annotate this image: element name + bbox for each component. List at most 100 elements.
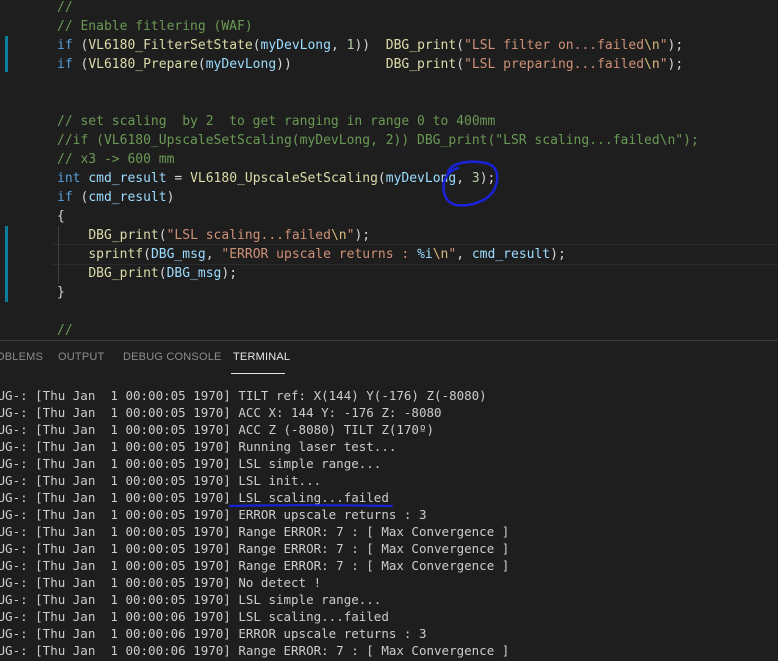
- code-line[interactable]: // set scaling by 2 to get ranging in ra…: [57, 112, 495, 131]
- code-token: \n: [330, 228, 347, 243]
- code-token: "LSL filter on...failed: [464, 38, 645, 53]
- code-token: DBG_print: [88, 266, 159, 281]
- code-line[interactable]: if (cmd_result): [57, 188, 174, 207]
- code-token: DBG_msg: [166, 266, 222, 281]
- code-line[interactable]: int cmd_result = VL6180_UpscaleSetScalin…: [57, 169, 495, 188]
- bottom-panel: OBLEMS OUTPUT DEBUG CONSOLE TERMINAL BUG…: [0, 340, 778, 661]
- terminal-line: BUG-: [Thu Jan 1 00:00:05 1970] No detec…: [0, 575, 322, 590]
- code-token: =: [166, 171, 191, 186]
- git-change-marker: [5, 36, 8, 72]
- code-line[interactable]: DBG_print("LSL scaling...failed\n");: [57, 226, 370, 245]
- code-token: if: [57, 190, 73, 205]
- tab-debug-console[interactable]: DEBUG CONSOLE: [123, 351, 222, 363]
- code-token: (: [377, 171, 386, 186]
- code-line[interactable]: sprintf(DBG_msg, "ERROR upscale returns …: [57, 245, 566, 264]
- code-token: (: [72, 190, 89, 205]
- terminal-line: BUG-: [Thu Jan 1 00:00:06 1970] LSL scal…: [0, 609, 389, 624]
- code-token: cmd_result: [471, 247, 551, 262]
- code-token: //if (VL6180_UpscaleSetScaling(myDevLong…: [57, 133, 699, 148]
- code-token: );: [354, 228, 371, 243]
- code-token: ,: [456, 247, 472, 262]
- code-token: ,: [205, 247, 222, 262]
- code-token: // x3 -> 600 mm: [57, 152, 175, 167]
- code-token: ": [659, 57, 668, 72]
- terminal-line: BUG-: [Thu Jan 1 00:00:05 1970] Range ER…: [0, 524, 510, 539]
- code-token: //: [57, 323, 73, 338]
- code-token: );: [479, 171, 496, 186]
- terminal-line: BUG-: [Thu Jan 1 00:00:05 1970] LSL simp…: [0, 592, 382, 607]
- code-token: DBG_print: [385, 57, 457, 72]
- terminal-line: BUG-: [Thu Jan 1 00:00:05 1970] LSL simp…: [0, 456, 382, 471]
- code-line[interactable]: DBG_print(DBG_msg);: [57, 264, 237, 283]
- code-token: myDevLong: [260, 38, 331, 53]
- code-token: DBG_print: [385, 38, 457, 53]
- terminal-line: BUG-: [Thu Jan 1 00:00:05 1970] ACC Z (-…: [0, 422, 435, 437]
- terminal-line: BUG-: [Thu Jan 1 00:00:05 1970] LSL scal…: [0, 490, 389, 505]
- code-token: VL6180_UpscaleSetScaling: [190, 171, 378, 186]
- code-token: \n: [644, 38, 660, 53]
- tab-terminal[interactable]: TERMINAL: [233, 351, 290, 363]
- code-token: if: [57, 57, 73, 72]
- code-line[interactable]: //if (VL6180_UpscaleSetScaling(myDevLong…: [57, 131, 699, 150]
- terminal-line: BUG-: [Thu Jan 1 00:00:05 1970] ERROR up…: [0, 507, 427, 522]
- terminal-line: BUG-: [Thu Jan 1 00:00:05 1970] Range ER…: [0, 558, 510, 573]
- code-token: (: [72, 38, 89, 53]
- code-token: (: [72, 57, 89, 72]
- code-token: )): [276, 57, 386, 72]
- tab-problems[interactable]: OBLEMS: [0, 351, 43, 363]
- code-token: }: [57, 285, 65, 300]
- code-token: (: [456, 57, 465, 72]
- code-token: ,: [330, 38, 347, 53]
- code-token: // set scaling by 2 to get ranging in ra…: [57, 114, 496, 129]
- code-token: myDevLong: [205, 57, 277, 72]
- code-token: int: [57, 171, 81, 186]
- code-token: ,: [456, 171, 472, 186]
- code-line[interactable]: // Enable fitlering (WAF): [57, 17, 253, 36]
- code-line[interactable]: if (VL6180_FilterSetState(myDevLong, 1))…: [57, 36, 683, 55]
- code-token: (: [197, 57, 206, 72]
- terminal-line: BUG-: [Thu Jan 1 00:00:05 1970] Range ER…: [0, 541, 510, 556]
- active-tab-indicator: [231, 373, 285, 374]
- code-token: (: [252, 38, 261, 53]
- code-token: );: [667, 38, 684, 53]
- code-token: ": [659, 38, 668, 53]
- code-editor[interactable]: // // Enable fitlering (WAF) if (VL6180_Fi…: [0, 0, 778, 340]
- code-line[interactable]: //: [57, 321, 73, 340]
- terminal-line: BUG-: [Thu Jan 1 00:00:06 1970] Range ER…: [0, 643, 510, 658]
- code-token: %i: [417, 247, 433, 262]
- code-token: "ERROR upscale returns :: [221, 247, 418, 262]
- code-token: //: [57, 0, 73, 15]
- code-token: (: [158, 228, 167, 243]
- code-token: );: [221, 266, 238, 281]
- code-token: VL6180_Prepare: [88, 57, 198, 72]
- code-token: {: [57, 209, 65, 224]
- code-token: (: [158, 266, 167, 281]
- code-token: (: [143, 247, 151, 262]
- code-token: );: [550, 247, 566, 262]
- terminal-line: BUG-: [Thu Jan 1 00:00:06 1970] ERROR up…: [0, 626, 427, 641]
- code-token: sprintf: [88, 247, 144, 262]
- code-token: cmd_result: [88, 171, 167, 186]
- git-change-marker: [5, 226, 8, 302]
- code-line[interactable]: {: [57, 207, 65, 226]
- code-line[interactable]: // x3 -> 600 mm: [57, 150, 174, 169]
- code-token: )): [354, 38, 386, 53]
- code-line[interactable]: }: [57, 283, 65, 302]
- code-line[interactable]: if (VL6180_Prepare(myDevLong)) DBG_print…: [57, 55, 683, 74]
- code-token: DBG_msg: [150, 247, 206, 262]
- code-token: \n: [432, 247, 449, 262]
- code-token: \n: [644, 57, 660, 72]
- code-token: (: [456, 38, 465, 53]
- code-token: );: [667, 57, 684, 72]
- tab-output[interactable]: OUTPUT: [58, 351, 104, 363]
- code-token: DBG_print: [88, 228, 159, 243]
- code-line[interactable]: //: [57, 0, 73, 17]
- code-token: "LSL scaling...failed: [166, 228, 331, 243]
- code-token: // Enable fitlering (WAF): [57, 19, 253, 34]
- code-token: if: [57, 38, 73, 53]
- terminal-line: BUG-: [Thu Jan 1 00:00:05 1970] LSL init…: [0, 473, 322, 488]
- terminal-line: BUG-: [Thu Jan 1 00:00:05 1970] TILT ref…: [0, 388, 487, 403]
